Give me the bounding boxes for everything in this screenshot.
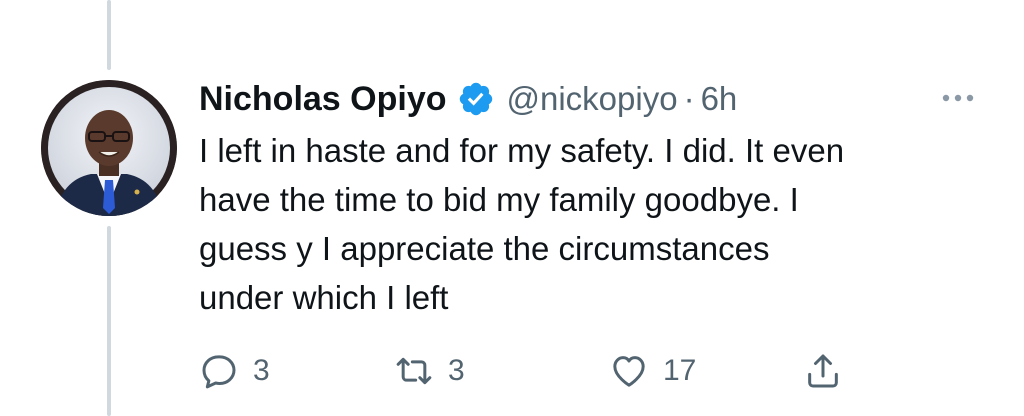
retweet-icon: [396, 357, 432, 385]
tweet-header: Nicholas Opiyo @nickopiyo · 6h: [199, 76, 737, 122]
timestamp[interactable]: 6h: [701, 80, 738, 118]
like-button[interactable]: 17: [609, 350, 696, 392]
profile-photo: [41, 80, 177, 216]
retweet-button[interactable]: 3: [394, 350, 465, 392]
reply-count: 3: [253, 354, 270, 387]
share-button[interactable]: [803, 350, 843, 392]
reply-icon: [202, 355, 236, 389]
heart-icon: [613, 356, 645, 387]
author-name[interactable]: Nicholas Opiyo: [199, 80, 447, 119]
retweet-icon[interactable]: [404, 0, 448, 12]
reply-button[interactable]: 3: [199, 350, 270, 392]
tweet-text: I left in haste and for my safety. I did…: [199, 132, 845, 316]
heart-icon[interactable]: [610, 0, 650, 12]
retweet-count: 3: [448, 354, 465, 387]
separator-dot: ·: [683, 80, 695, 117]
tweet-actions: 3 3 17: [199, 350, 899, 392]
share-icon[interactable]: [808, 0, 852, 12]
author-handle[interactable]: @nickopiyo: [507, 80, 678, 118]
avatar[interactable]: [41, 80, 177, 216]
verified-badge-icon: [459, 82, 492, 116]
share-icon: [808, 354, 838, 388]
thread-line-bottom: [107, 226, 111, 416]
like-count: 17: [663, 354, 697, 387]
previous-tweet-actions: [0, 0, 1024, 12]
more-options-icon[interactable]: [940, 86, 976, 110]
reply-icon[interactable]: [208, 0, 248, 12]
